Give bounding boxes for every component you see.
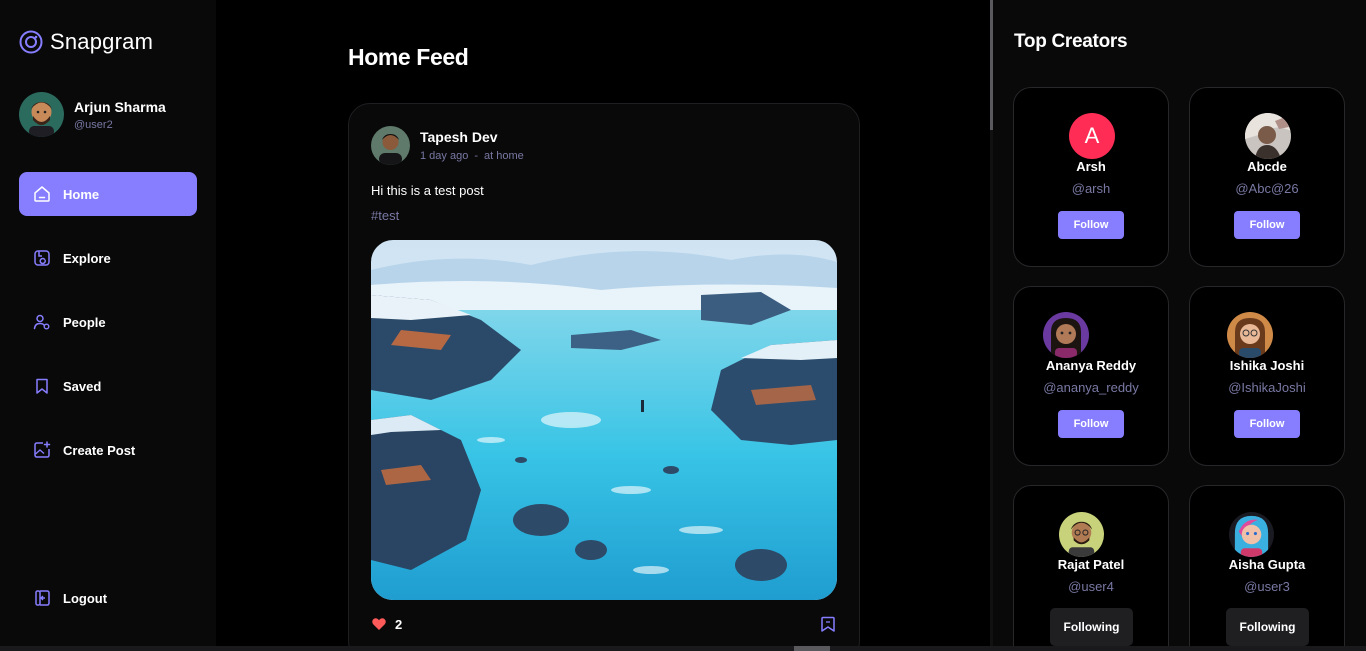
follow-button[interactable]: Follow [1058,211,1124,239]
creator-avatar [1227,312,1273,358]
creator-name: Rajat Patel [1057,557,1125,572]
create-post-icon [32,440,52,460]
follow-button[interactable]: Follow [1234,211,1300,239]
nav-item-explore[interactable]: Explore [19,236,197,280]
post-author-name[interactable]: Tapesh Dev [420,129,524,145]
nav-item-people[interactable]: People [19,300,197,344]
post-header: Tapesh Dev 1 day ago - at home [371,126,524,165]
post-meta-separator: - [474,150,478,162]
creator-avatar [1043,312,1089,358]
creator-handle: @user4 [1068,579,1114,594]
creator-card[interactable]: Aisha Gupta @user3 Following [1189,485,1345,651]
creator-name: Ananya Reddy [1045,358,1137,373]
post-hashtag[interactable]: #test [371,208,399,223]
creator-name: Arsh [1076,159,1106,174]
creator-avatar [1229,512,1274,557]
left-sidebar: Snapgram Arjun Sharma @user2 Home Explor… [0,0,216,651]
creator-handle: @Abc@26 [1235,181,1299,196]
creator-avatar: A [1069,113,1115,159]
page-title: Home Feed [348,44,469,70]
post-card: Tapesh Dev 1 day ago - at home Hi this i… [348,103,860,651]
nav-label-people: People [63,314,106,330]
nav-label-home: Home [63,186,100,202]
post-location: at home [484,150,524,162]
nav-item-saved[interactable]: Saved [19,364,197,408]
home-icon [32,184,52,204]
creator-handle: @user3 [1244,579,1290,594]
user-profile[interactable]: Arjun Sharma @user2 [19,92,166,137]
creator-card[interactable]: Abcde @Abc@26 Follow [1189,87,1345,267]
creator-handle: @arsh [1071,181,1111,196]
post-image[interactable] [371,240,837,600]
logout-icon [32,588,52,608]
creator-handle: @ananya_reddy [1043,380,1139,395]
following-button[interactable]: Following [1226,608,1309,646]
like-control: 2 [371,616,402,632]
creator-avatar [1245,113,1291,159]
heart-icon[interactable] [371,616,387,632]
post-actions: 2 [371,615,837,633]
logout-label: Logout [63,590,108,606]
post-time: 1 day ago [420,150,469,162]
app-name: Snapgram [50,29,154,54]
nav-label-explore: Explore [63,250,111,266]
follow-button[interactable]: Follow [1234,410,1300,438]
app-logo[interactable]: Snapgram [19,29,153,55]
bookmark-icon [32,376,52,396]
nav-label-create-post: Create Post [63,442,136,458]
explore-icon [32,248,52,268]
creator-card[interactable]: A Arsh @arsh Follow [1013,87,1169,267]
nav-item-create-post[interactable]: Create Post [19,428,197,472]
like-count: 2 [395,616,403,632]
people-icon [32,312,52,332]
post-meta: 1 day ago - at home [420,150,524,162]
logout: Logout [19,576,197,640]
creator-avatar-letter: A [1069,113,1115,159]
save-bookmark-icon[interactable] [819,615,837,633]
avatar [19,92,64,137]
horizontal-scrollbar-track[interactable] [0,646,1366,651]
top-creators-panel: Top Creators A Arsh @arsh Follow Abcde @… [993,0,1366,651]
nav-label-saved: Saved [63,378,102,394]
creator-card[interactable]: Rajat Patel @user4 Following [1013,485,1169,651]
main-nav: Home Explore People Saved Create Post [19,172,197,492]
creator-avatar [1059,512,1104,557]
creator-card[interactable]: Ishika Joshi @IshikaJoshi Follow [1189,286,1345,466]
profile-handle: @user2 [74,118,113,131]
nav-item-home[interactable]: Home [19,172,197,216]
home-feed: Home Feed Tapesh Dev 1 day ago - at home… [216,0,992,651]
horizontal-scrollbar-thumb[interactable] [794,646,830,651]
logout-button[interactable]: Logout [19,576,197,620]
creator-name: Ishika Joshi [1229,358,1305,373]
following-button[interactable]: Following [1050,608,1133,646]
creator-name: Abcde [1247,159,1287,174]
profile-name: Arjun Sharma [74,98,166,115]
post-author-avatar[interactable] [371,126,410,165]
creator-handle: @IshikaJoshi [1228,380,1306,395]
post-caption: Hi this is a test post [371,183,484,198]
creator-card[interactable]: Ananya Reddy @ananya_reddy Follow [1013,286,1169,466]
camera-logo-icon [19,30,43,54]
top-creators-title: Top Creators [1014,31,1128,52]
creator-name: Aisha Gupta [1228,557,1306,572]
follow-button[interactable]: Follow [1058,410,1124,438]
